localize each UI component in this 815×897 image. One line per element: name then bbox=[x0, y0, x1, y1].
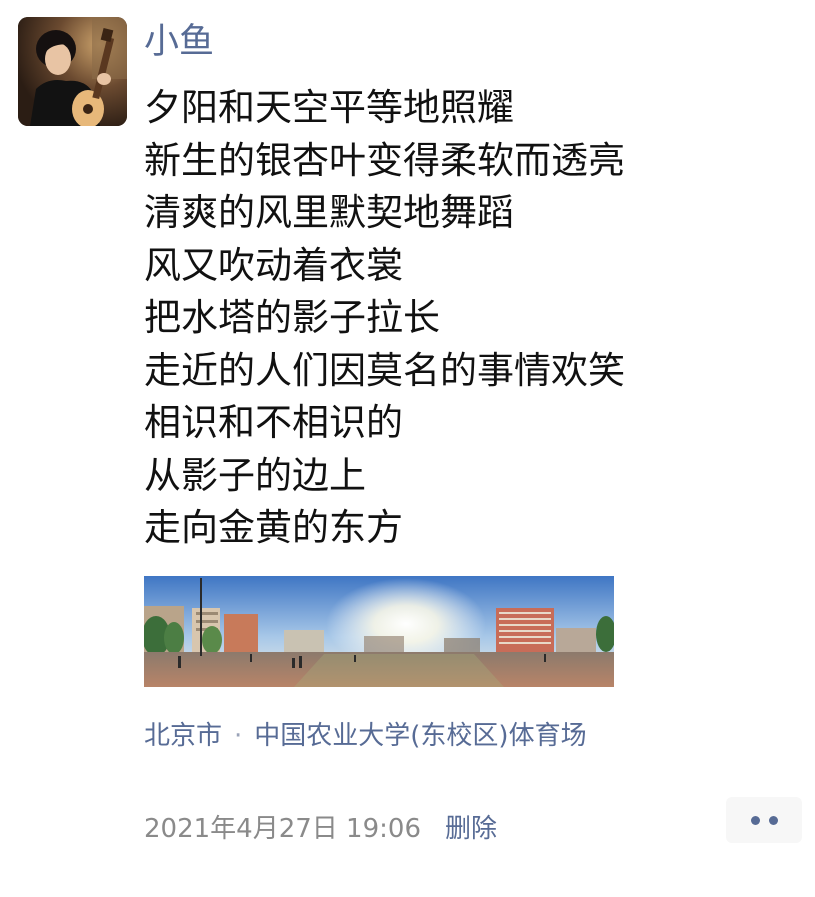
author-name[interactable]: 小鱼 bbox=[144, 20, 214, 64]
location-link[interactable]: 北京市 · 中国农业大学(东校区)体育场 bbox=[144, 716, 587, 756]
poem-line: 从影子的边上 bbox=[144, 453, 366, 497]
avatar[interactable] bbox=[18, 17, 127, 126]
post-timestamp: 2021年4月27日 19:06 bbox=[144, 813, 421, 844]
post-text: 夕阳和天空平等地照耀 新生的银杏叶变得柔软而透亮 清爽的风里默契地舞蹈 风又吹动… bbox=[144, 82, 625, 555]
poem-line: 走近的人们因莫名的事情欢笑 bbox=[144, 348, 625, 392]
more-dots-icon bbox=[750, 815, 760, 825]
poem-line: 相识和不相识的 bbox=[144, 401, 403, 444]
poem-line: 新生的银杏叶变得柔软而透亮 bbox=[144, 138, 625, 182]
location-city: 北京市 bbox=[144, 721, 223, 751]
avatar-image bbox=[18, 17, 127, 126]
panorama-image bbox=[144, 576, 614, 687]
delete-button[interactable]: 删除 bbox=[445, 808, 497, 845]
location-place: 中国农业大学(东校区)体育场 bbox=[254, 721, 587, 751]
more-dots-icon bbox=[768, 815, 778, 825]
poem-line: 夕阳和天空平等地照耀 bbox=[144, 86, 514, 129]
post-meta: 2021年4月27日 19:06 删除 bbox=[144, 805, 497, 847]
poem-line: 把水塔的影子拉长 bbox=[144, 296, 440, 339]
poem-line: 走向金黄的东方 bbox=[144, 506, 403, 549]
poem-line: 清爽的风里默契地舞蹈 bbox=[144, 191, 514, 234]
location-separator: · bbox=[234, 721, 243, 751]
post-photo[interactable] bbox=[144, 576, 614, 687]
more-button[interactable] bbox=[726, 797, 802, 843]
poem-line: 风又吹动着衣裳 bbox=[144, 243, 403, 287]
